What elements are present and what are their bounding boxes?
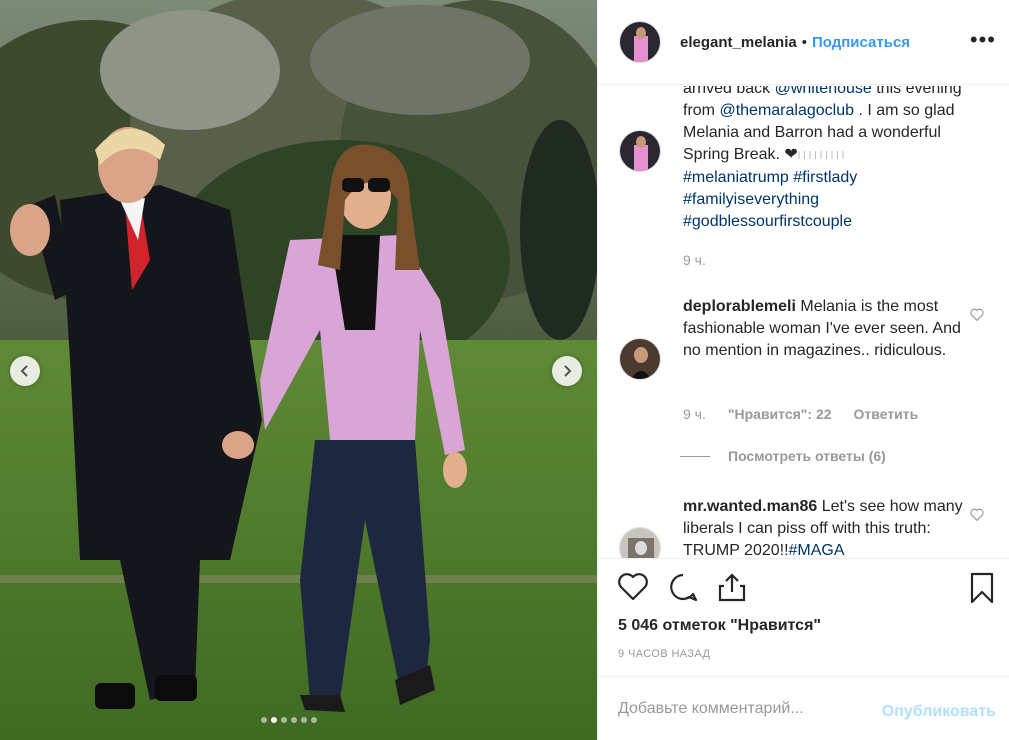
heart-emoji: ❤ xyxy=(784,146,798,163)
bookmark-icon[interactable] xyxy=(968,572,996,604)
chevron-right-icon xyxy=(564,365,572,377)
comment-text: mr.wanted.man86 Let's see how many liber… xyxy=(683,496,968,558)
comment-bubble-icon[interactable] xyxy=(667,572,699,602)
bar-emoji: l l l l l l l l l xyxy=(797,150,845,162)
avatar[interactable] xyxy=(619,21,661,63)
avatar[interactable] xyxy=(619,338,661,380)
carousel-dot[interactable] xyxy=(271,717,277,723)
hashtag-link[interactable]: #familyiseverything xyxy=(683,191,819,208)
comment-likes[interactable]: "Нравится": 22 xyxy=(728,406,832,422)
post-photo[interactable] xyxy=(0,0,597,740)
hashtag-link[interactable]: #MAGA xyxy=(789,542,845,558)
avatar-image xyxy=(620,22,660,62)
view-replies-label: Посмотреть ответы (6) xyxy=(728,448,886,464)
caption-time[interactable]: 9 ч. xyxy=(683,252,706,268)
comment-composer: Опубликовать xyxy=(598,676,1009,740)
like-heart-icon[interactable] xyxy=(617,572,649,602)
likes-count[interactable]: 5 046 отметок "Нравится" xyxy=(618,617,821,635)
carousel-indicator xyxy=(261,717,317,723)
comment-time[interactable]: 9 ч. xyxy=(683,406,706,422)
comment-username[interactable]: deplorablemeli xyxy=(683,298,796,315)
heart-outline-icon[interactable] xyxy=(970,508,984,521)
divider xyxy=(680,455,710,457)
carousel-prev-button[interactable] xyxy=(10,356,40,386)
share-icon[interactable] xyxy=(716,572,748,602)
hashtag-link[interactable]: #melaniatrump xyxy=(683,169,789,186)
view-replies-button[interactable]: Посмотреть ответы (6) xyxy=(680,448,886,464)
comment-username[interactable]: mr.wanted.man86 xyxy=(683,498,817,515)
comments-list[interactable]: arrived back @whitehouse this evening fr… xyxy=(598,86,1009,558)
caption-meta: 9 ч. xyxy=(683,252,706,268)
avatar[interactable] xyxy=(619,130,661,172)
mention-link[interactable]: @whitehouse xyxy=(775,86,872,97)
post-timestamp[interactable]: 9 ЧАСОВ НАЗАД xyxy=(618,648,710,660)
mention-link[interactable]: @themaralagoclub xyxy=(719,102,854,119)
photo-scene xyxy=(0,0,597,740)
post-username[interactable]: elegant_melania xyxy=(680,34,797,51)
publish-button[interactable]: Опубликовать xyxy=(882,703,996,721)
carousel-dot[interactable] xyxy=(291,717,297,723)
comment-input[interactable] xyxy=(618,699,868,718)
carousel-dot[interactable] xyxy=(261,717,267,723)
caption-text: arrived back @whitehouse this evening fr… xyxy=(683,86,968,233)
chevron-left-icon xyxy=(20,365,28,377)
carousel-dot[interactable] xyxy=(301,717,307,723)
caption-part: arrived back xyxy=(683,86,775,97)
hashtag-link[interactable]: #firstlady xyxy=(793,169,857,186)
hashtag-link[interactable]: #godblessourfirstcouple xyxy=(683,213,852,230)
carousel-dot[interactable] xyxy=(281,717,287,723)
reply-button[interactable]: Ответить xyxy=(854,406,919,422)
header-separator: • xyxy=(801,33,807,51)
follow-button[interactable]: Подписаться xyxy=(812,34,910,51)
heart-outline-icon[interactable] xyxy=(970,308,984,321)
carousel-dot[interactable] xyxy=(311,717,317,723)
post-header: elegant_melania • Подписаться ••• xyxy=(598,0,1009,85)
comment-text: deplorablemeli Melania is the most fashi… xyxy=(683,296,968,362)
post-side-panel: elegant_melania • Подписаться ••• arrive… xyxy=(597,0,1009,740)
avatar-image xyxy=(620,339,660,379)
avatar-image xyxy=(620,131,660,171)
carousel-next-button[interactable] xyxy=(552,356,582,386)
comment-meta: 9 ч. "Нравится": 22 Ответить xyxy=(683,406,918,422)
avatar-image xyxy=(620,528,660,558)
more-options-button[interactable]: ••• xyxy=(970,29,996,51)
avatar[interactable] xyxy=(619,527,661,558)
